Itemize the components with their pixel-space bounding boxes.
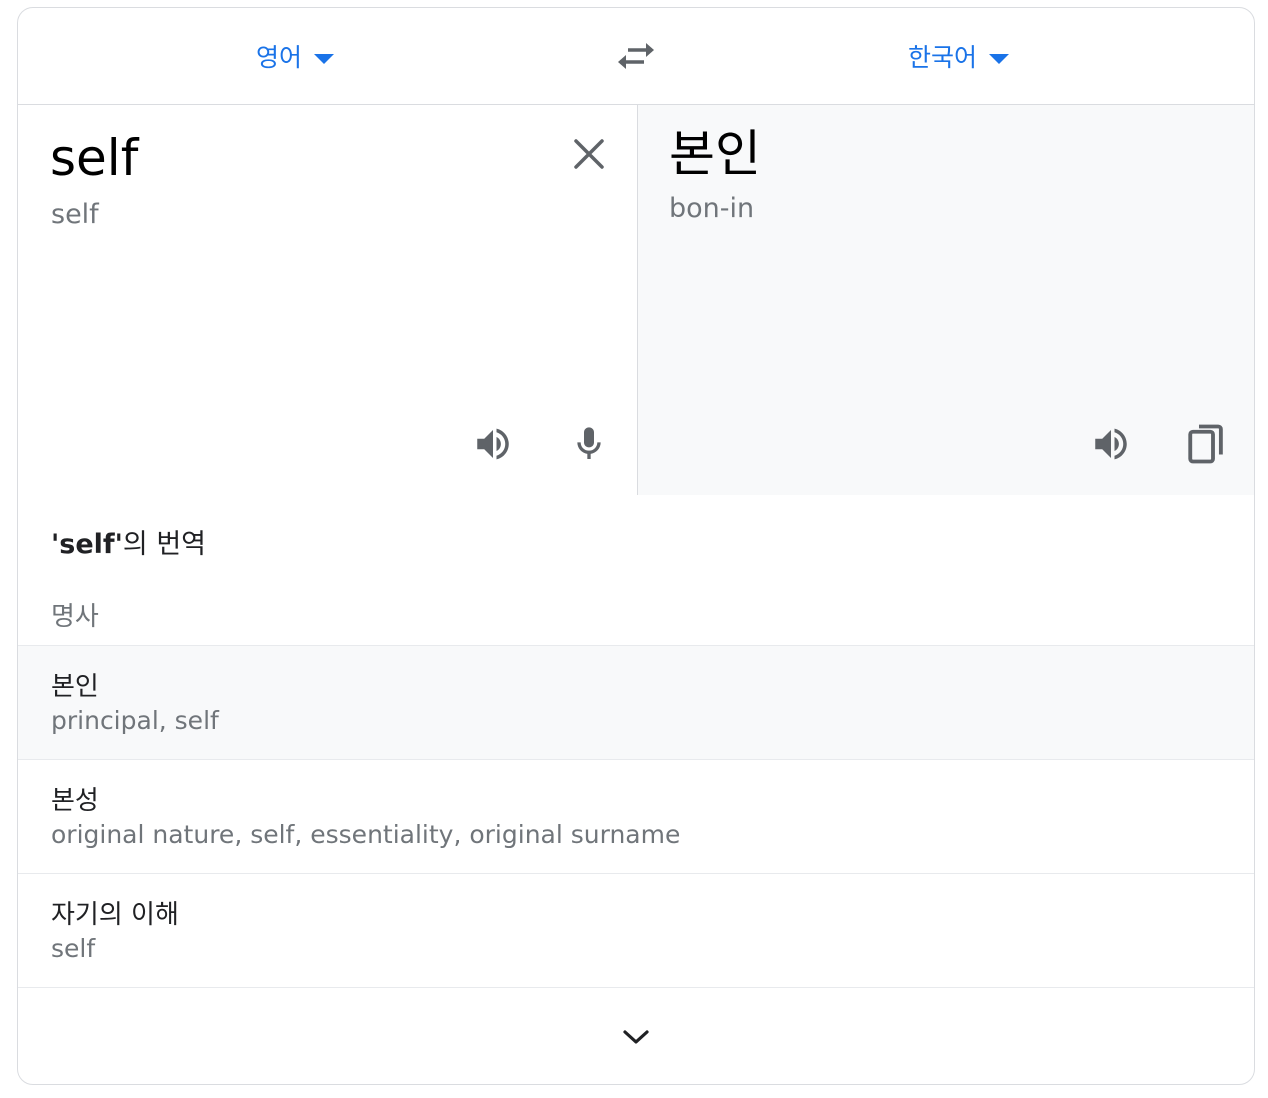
speaker-icon: [477, 428, 509, 460]
entry-word: 본성: [51, 786, 99, 816]
entry-word: 본인: [51, 672, 99, 702]
dictionary-title: 'self'의 번역: [51, 522, 206, 561]
target-pane: 본인 bon-in: [638, 105, 1254, 495]
speaker-icon: [1095, 428, 1127, 460]
voice-input-button[interactable]: [565, 420, 613, 468]
swap-horiz-icon: [618, 43, 654, 69]
part-of-speech-label: 명사: [51, 602, 99, 632]
microphone-icon: [577, 427, 601, 459]
entry-gloss: principal, self: [51, 706, 219, 735]
source-language-selector[interactable]: 영어: [256, 38, 335, 74]
copy-translation-button[interactable]: [1182, 420, 1230, 468]
source-transliteration: self: [51, 199, 99, 230]
target-language-label: 한국어: [908, 43, 978, 72]
dictionary-entry[interactable]: 본인 principal, self: [18, 645, 1254, 759]
show-more-button[interactable]: [18, 987, 1254, 1084]
target-language-selector[interactable]: 한국어: [908, 38, 1010, 74]
entry-word: 자기의 이해: [51, 900, 179, 930]
source-pane: self self: [18, 105, 638, 495]
dictionary-entry[interactable]: 본성 original nature, self, essentiality, …: [18, 759, 1254, 873]
dictionary-title-suffix: 의 번역: [122, 529, 207, 560]
translate-card: 영어 한국어 self self 본인 bon-in 'self'의 번역 명사…: [17, 7, 1255, 1085]
caret-down-icon: [314, 54, 335, 64]
translated-text: 본인: [669, 125, 761, 183]
close-icon: [574, 139, 604, 169]
caret-down-icon: [989, 54, 1010, 64]
target-romanization: bon-in: [669, 193, 755, 224]
target-listen-button[interactable]: [1087, 420, 1135, 468]
dictionary-entry[interactable]: 자기의 이해 self: [18, 873, 1254, 987]
source-language-label: 영어: [256, 43, 303, 72]
chevron-down-icon: [623, 1030, 649, 1044]
entry-gloss: self: [51, 934, 96, 963]
clear-text-button[interactable]: [565, 130, 613, 178]
swap-languages-button[interactable]: [614, 38, 658, 74]
language-bar: 영어 한국어: [18, 8, 1254, 105]
entry-gloss: original nature, self, essentiality, ori…: [51, 820, 681, 849]
copy-icon: [1188, 424, 1223, 464]
source-listen-button[interactable]: [469, 420, 517, 468]
source-text[interactable]: self: [50, 127, 138, 189]
dictionary-title-term: 'self': [51, 529, 123, 560]
